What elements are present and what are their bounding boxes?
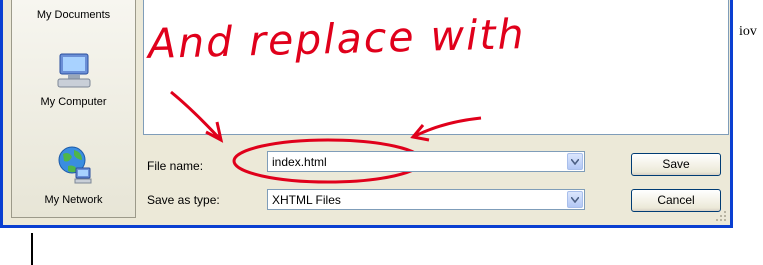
save-as-type-dropdown-button[interactable]	[567, 191, 583, 208]
document-area	[0, 226, 763, 265]
cancel-button[interactable]: Cancel	[631, 189, 721, 212]
save-as-dialog: My Documents My Computer My Network And …	[0, 0, 733, 228]
right-arrow-shaft	[414, 116, 482, 138]
left-arrow-shaft	[170, 90, 221, 140]
save-as-type-combobox[interactable]: XHTML Files	[267, 189, 585, 210]
save-as-type-label: Save as type:	[147, 193, 220, 207]
file-name-label: File name:	[147, 159, 204, 173]
resize-grip-icon[interactable]	[716, 211, 727, 222]
text-cursor-bar	[31, 233, 33, 265]
file-name-value: index.html	[272, 155, 327, 169]
save-button[interactable]: Save	[631, 153, 721, 176]
chevron-down-icon	[571, 197, 579, 203]
save-as-type-value: XHTML Files	[272, 193, 341, 207]
file-name-combobox[interactable]: index.html	[267, 151, 585, 172]
background-document-text: iov	[739, 24, 757, 39]
chevron-down-icon	[571, 159, 579, 165]
file-name-dropdown-button[interactable]	[567, 153, 583, 170]
